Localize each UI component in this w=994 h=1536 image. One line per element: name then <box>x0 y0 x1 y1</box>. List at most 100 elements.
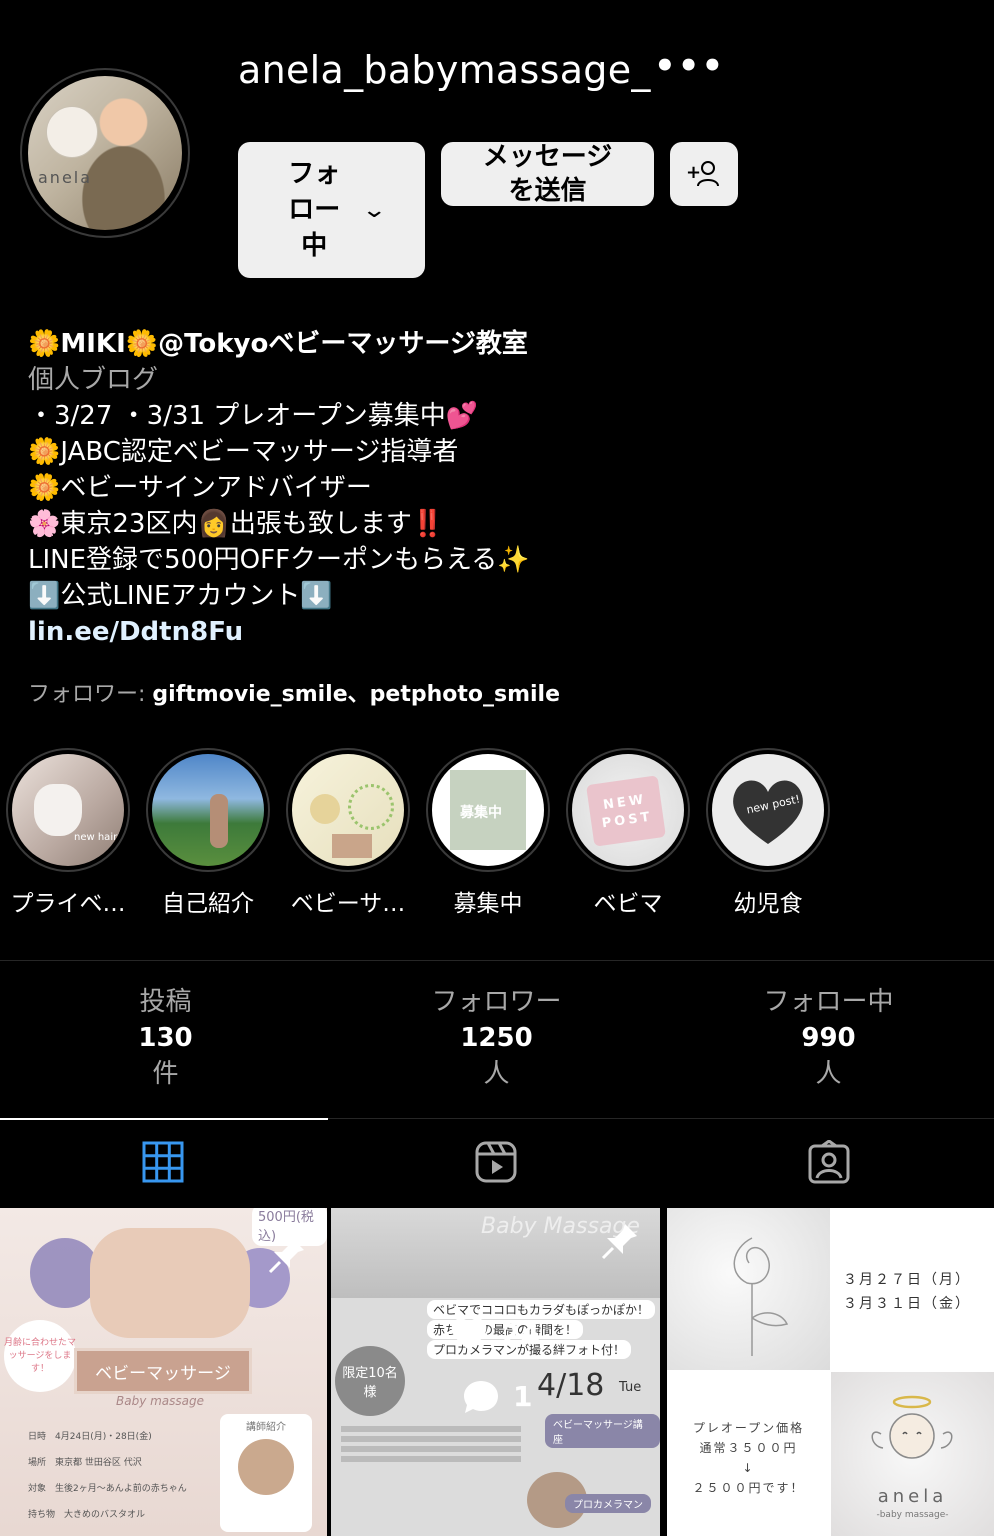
divider <box>0 960 994 961</box>
highlight-cover: new hair! <box>12 754 124 866</box>
highlight-label: 募集中 <box>453 891 523 917</box>
highlight-label: ベビマ <box>593 891 663 917</box>
highlight-label: 幼児食 <box>733 891 803 917</box>
message-button-label: メッセージを送信 <box>482 142 613 206</box>
stat-unit: 人 <box>483 1059 510 1089</box>
post-thumbnail[interactable]: Baby Massage ベビマでココロもカラダもぽっかぽか！ 赤ちゃんの最高の… <box>331 1208 660 1536</box>
highlight-item[interactable]: new post! 幼児食 <box>706 748 830 918</box>
bio: 🌼MIKI🌼@Tokyoベビーマッサージ教室 個人ブログ ・3/27 ・3/31… <box>28 326 968 650</box>
followed-by[interactable]: フォロワー: giftmovie_smile、petphoto_smile <box>28 676 560 708</box>
highlight-ring <box>146 748 270 872</box>
stat-unit: 人 <box>815 1059 842 1089</box>
highlight-cover: NEW POST <box>572 754 684 866</box>
active-tab-indicator <box>0 1118 328 1120</box>
highlight-cover: 募集中 <box>432 754 544 866</box>
bio-category: 個人ブログ <box>28 365 159 395</box>
bio-line: 🌸東京23区内👩出張も致します‼️ <box>28 509 445 539</box>
post-info: 日時 4月24日(月)・28日(金) 場所 東京都 世田谷区 代沢 対象 生後2… <box>28 1424 218 1528</box>
stat-count: 130 <box>138 1023 193 1053</box>
highlight-ring: new hair! <box>6 748 130 872</box>
bio-link[interactable]: lin.ee/Ddtn8Fu <box>28 614 968 650</box>
price-line: 通常３５００円 <box>699 1441 798 1455</box>
like-icon <box>451 1318 487 1350</box>
post-brand: anela <box>877 1486 948 1507</box>
post-date-line: ３月３１日（金） <box>843 1296 971 1312</box>
reels-icon[interactable] <box>474 1140 518 1184</box>
message-button[interactable]: メッセージを送信 <box>441 142 654 206</box>
info-key: 日時 <box>28 1432 47 1442</box>
highlight-label: プライベ… <box>10 891 126 917</box>
info-key: 対象 <box>28 1484 47 1494</box>
highlight-cover <box>292 754 404 866</box>
post-title: ベビーマッサージ <box>74 1348 252 1394</box>
followed-by-names: giftmovie_smile、petphoto_smile <box>152 682 561 707</box>
highlight-label: 自己紹介 <box>162 891 254 917</box>
post-dates: ３月２７日（月） ３月３１日（金） <box>843 1268 971 1316</box>
bio-line: 🌼JABC認定ベビーマッサージ指導者 <box>28 437 459 467</box>
info-value: 4月24日(月)・28日(金) <box>55 1432 152 1442</box>
post-tag: ベビーマッサージ講座 <box>545 1414 660 1448</box>
comment-icon <box>464 1381 498 1413</box>
highlight-ring: new post! <box>706 748 830 872</box>
post-tag: プロカメラマン <box>565 1494 651 1513</box>
highlight-item[interactable]: 自己紹介 <box>146 748 270 918</box>
bio-line: 🌼ベビーサインアドバイザー <box>28 473 372 503</box>
stat-following[interactable]: フォロー中 990 人 <box>663 984 994 1092</box>
avatar-logo-text: anela <box>38 168 93 187</box>
highlight-ring <box>286 748 410 872</box>
post-price-lines: プレオープン価格 通常３５００円 ↓ ２５００円です！ <box>667 1418 830 1498</box>
post-badge: 限定10名様 <box>335 1346 405 1416</box>
post-thumbnail[interactable]: ３月２７日（月） ３月３１日（金） プレオープン価格 通常３５００円 ↓ ２５０… <box>667 1208 994 1536</box>
post-thumbnail[interactable]: 500円(税込) 月齢に合わせたマッサージをします！ ベビーマッサージ Baby… <box>0 1208 327 1536</box>
post-date-line: ３月２７日（月） <box>843 1272 971 1288</box>
stat-count: 990 <box>801 1023 856 1053</box>
following-button-label: フォロー中 <box>288 159 341 261</box>
add-person-icon: + <box>686 161 719 187</box>
info-key: 持ち物 <box>28 1510 56 1520</box>
highlight-item[interactable]: new hair! プライベ… <box>6 748 130 918</box>
bio-name: 🌼MIKI🌼@Tokyoベビーマッサージ教室 <box>28 329 528 359</box>
more-options-icon[interactable]: ••• <box>654 46 725 86</box>
stat-count: 1250 <box>460 1023 533 1053</box>
comment-count: 1 <box>513 1380 533 1413</box>
highlight-cover <box>152 754 264 866</box>
post-day: Tue <box>619 1380 642 1395</box>
post-brand-sub: -baby massage- <box>876 1510 949 1520</box>
pinned-icon <box>268 1238 304 1274</box>
stat-posts[interactable]: 投稿 130 件 <box>0 984 331 1092</box>
post-date: 4/18 <box>537 1368 605 1403</box>
price-line: ↓ <box>742 1461 755 1475</box>
stat-title: 投稿 <box>139 987 192 1017</box>
rose-icon <box>733 1237 789 1356</box>
followed-by-prefix: フォロワー: <box>28 682 153 707</box>
highlight-cover-text: 募集中 <box>460 805 502 821</box>
following-button[interactable]: フォロー中 ⌄ <box>238 142 425 278</box>
angel-baby-icon <box>871 1395 953 1459</box>
highlight-ring: 募集中 <box>426 748 550 872</box>
info-value: 生後2ヶ月〜あんよ前の赤ちゃん <box>55 1484 187 1494</box>
price-line: プレオープン価格 <box>692 1421 805 1435</box>
pinned-icon <box>601 1224 637 1260</box>
add-person-button[interactable]: + <box>670 142 738 206</box>
angel-logo-icon <box>46 106 98 158</box>
bio-line: LINE登録で500円OFFクーポンもらえる✨ <box>28 545 530 575</box>
svg-text:+: + <box>686 162 701 183</box>
info-key: 場所 <box>28 1458 47 1468</box>
post-subtitle: Baby massage <box>116 1394 205 1408</box>
stat-followers[interactable]: フォロワー 1250 人 <box>331 984 662 1092</box>
username: anela_babymassage_ <box>238 48 651 92</box>
highlight-item[interactable]: 募集中 募集中 <box>426 748 550 918</box>
grid-icon[interactable] <box>141 1140 185 1184</box>
post-bubble: 月齢に合わせたマッサージをします！ <box>4 1320 76 1392</box>
chevron-down-icon: ⌄ <box>361 197 388 223</box>
bio-line: ・3/27 ・3/31 プレオープン募集中💕 <box>28 401 479 431</box>
highlight-item[interactable]: NEW POST ベビマ <box>566 748 690 918</box>
tagged-icon[interactable] <box>807 1140 851 1184</box>
highlight-ring: NEW POST <box>566 748 690 872</box>
price-line: ２５００円です！ <box>692 1481 805 1495</box>
info-value: 大きめのバスタオル <box>64 1510 146 1520</box>
stat-title: フォロワー <box>431 987 562 1017</box>
avatar[interactable]: anela <box>28 76 182 230</box>
highlight-cover: new post! <box>712 754 824 866</box>
highlight-item[interactable]: ベビーサ… <box>286 748 410 918</box>
